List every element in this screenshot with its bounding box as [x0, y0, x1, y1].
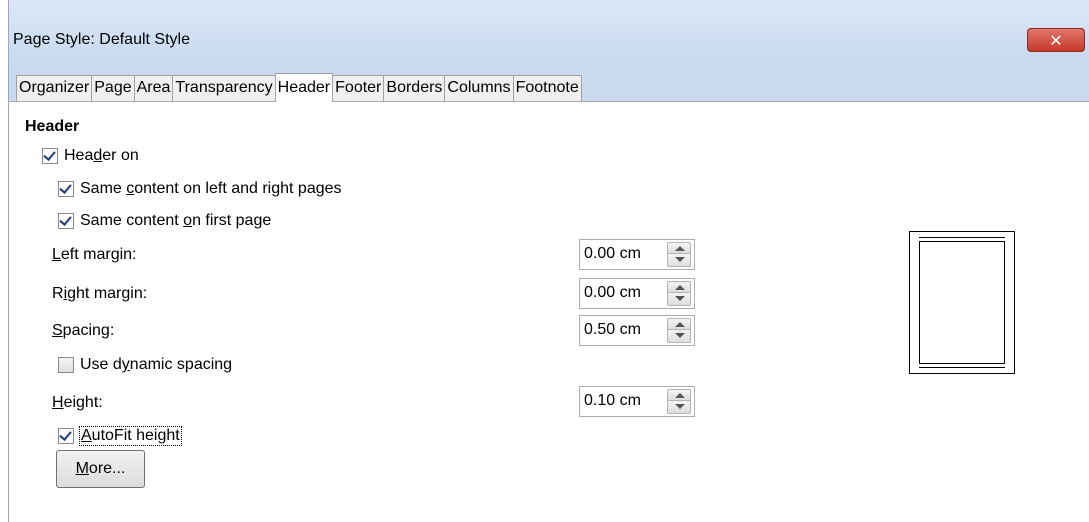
tab-header[interactable]: Header: [274, 73, 334, 102]
autofit-height-row[interactable]: AutoFit height: [58, 425, 182, 447]
chevron-down-icon: [675, 404, 685, 409]
same-content-first-page-row[interactable]: Same content on first page: [58, 210, 271, 232]
chevron-down-icon: [675, 296, 685, 301]
left-margin-spinbox[interactable]: 0.00 cm: [579, 239, 695, 270]
height-decrement[interactable]: [667, 401, 691, 414]
tab-transparency[interactable]: Transparency: [172, 75, 276, 101]
same-content-left-right-label: Same content on left and right pages: [80, 180, 342, 197]
spacing-spin-buttons: [667, 318, 691, 343]
close-icon: ✕: [1049, 30, 1063, 50]
autofit-height-label: AutoFit height: [79, 426, 182, 446]
chevron-up-icon: [675, 285, 685, 290]
header-tab-panel: Header Header on Same content on left an…: [9, 102, 1089, 522]
height-spin-buttons: [667, 389, 691, 414]
more-button[interactable]: More...: [56, 450, 145, 488]
left-margin-value[interactable]: 0.00 cm: [584, 245, 641, 263]
left-margin-decrement[interactable]: [667, 254, 691, 267]
section-title: Header: [25, 118, 80, 135]
same-content-first-page-label: Same content on first page: [80, 212, 272, 229]
title-bar: Page Style: Default Style ✕: [9, 0, 1089, 60]
right-margin-label: Right margin:: [52, 285, 148, 302]
height-label: Height:: [52, 394, 103, 411]
right-margin-value[interactable]: 0.00 cm: [584, 284, 641, 302]
checkmark-icon: [43, 148, 56, 161]
preview-footer-line: [919, 367, 1005, 368]
spacing-increment[interactable]: [667, 318, 691, 330]
spacing-label: Spacing:: [52, 322, 115, 339]
preview-page-body: [919, 241, 1005, 364]
spacing-spinbox[interactable]: 0.50 cm: [579, 315, 695, 346]
same-content-first-page-checkbox[interactable]: [58, 213, 74, 229]
right-margin-spin-buttons: [667, 281, 691, 306]
chevron-down-icon: [675, 257, 685, 262]
left-margin-increment[interactable]: [667, 242, 691, 254]
tab-footer[interactable]: Footer: [332, 75, 385, 101]
tab-area[interactable]: Area: [133, 75, 174, 101]
left-margin-label: Left margin:: [52, 246, 137, 263]
tab-columns[interactable]: Columns: [444, 75, 514, 101]
tab-bar: Organizer Page Area Transparency Header …: [9, 60, 1089, 102]
right-margin-spinbox[interactable]: 0.00 cm: [579, 278, 695, 309]
header-on-checkbox[interactable]: [42, 148, 58, 164]
checkmark-icon: [59, 428, 72, 441]
checkmark-icon: [59, 213, 72, 226]
chevron-up-icon: [675, 393, 685, 398]
height-increment[interactable]: [667, 389, 691, 401]
header-on-checkbox-row[interactable]: Header on: [42, 145, 139, 167]
dynamic-spacing-row[interactable]: Use dynamic spacing: [58, 354, 232, 376]
dynamic-spacing-label: Use dynamic spacing: [80, 356, 233, 373]
window-title: Page Style: Default Style: [13, 31, 190, 48]
chevron-up-icon: [675, 246, 685, 251]
close-button[interactable]: ✕: [1027, 28, 1085, 52]
tab-footnote[interactable]: Footnote: [512, 75, 582, 101]
dynamic-spacing-checkbox[interactable]: [58, 357, 74, 373]
spacing-decrement[interactable]: [667, 330, 691, 343]
chevron-down-icon: [675, 333, 685, 338]
tab-organizer[interactable]: Organizer: [16, 75, 93, 101]
preview-header-line: [919, 237, 1005, 238]
same-content-left-right-row[interactable]: Same content on left and right pages: [58, 178, 342, 200]
tab-borders[interactable]: Borders: [383, 75, 446, 101]
spacing-value[interactable]: 0.50 cm: [584, 321, 641, 339]
tab-list: Organizer Page Area Transparency Header …: [16, 73, 582, 102]
chevron-up-icon: [675, 322, 685, 327]
checkmark-icon: [59, 181, 72, 194]
tab-page[interactable]: Page: [91, 75, 135, 101]
page-style-dialog: Page Style: Default Style ✕ Organizer Pa…: [8, 0, 1089, 522]
autofit-height-checkbox[interactable]: [58, 428, 74, 444]
right-margin-increment[interactable]: [667, 281, 691, 293]
same-content-left-right-checkbox[interactable]: [58, 181, 74, 197]
header-on-label: Header on: [64, 147, 139, 164]
height-value[interactable]: 0.10 cm: [584, 392, 641, 410]
right-margin-decrement[interactable]: [667, 293, 691, 306]
header-preview: [909, 231, 1015, 374]
height-spinbox[interactable]: 0.10 cm: [579, 386, 695, 417]
left-margin-spin-buttons: [667, 242, 691, 267]
